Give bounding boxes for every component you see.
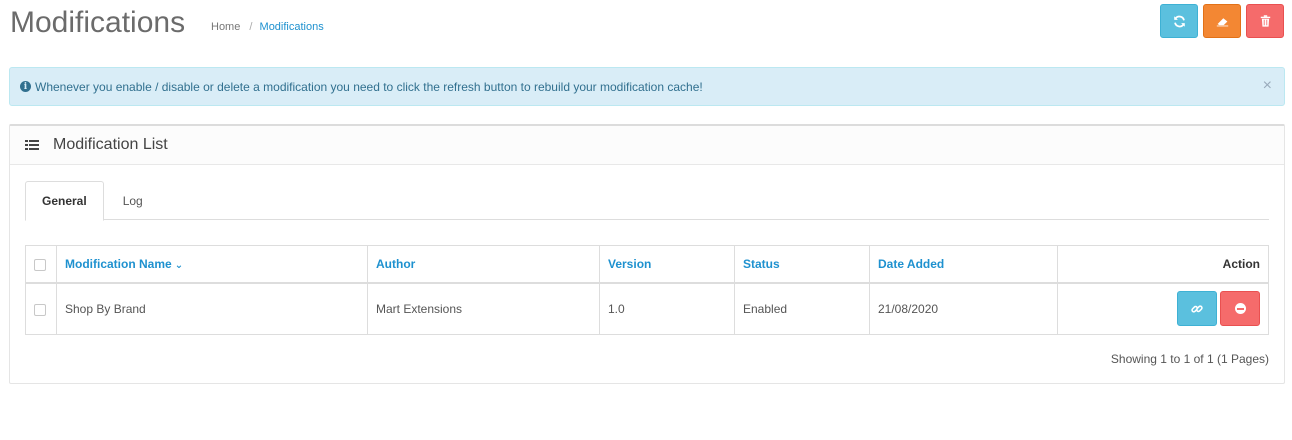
tabs: General Log [25,181,1269,221]
minus-circle-icon [1234,303,1246,315]
tab-general[interactable]: General [25,181,104,221]
eraser-icon [1216,17,1228,26]
column-header-modification-name[interactable]: Modification Name ⌄ [56,245,368,284]
column-header-author[interactable]: Author [367,245,600,284]
column-header-modification-name-label: Modification Name [65,256,172,271]
panel-heading: Modification List [10,126,1284,165]
info-circle-icon: i [20,81,31,92]
cell-version: 1.0 [599,282,735,335]
row-select-cell [25,282,57,335]
column-header-status[interactable]: Status [734,245,870,284]
modification-table: Modification Name ⌄ Author Version Status… [25,245,1269,335]
table-header-row: Modification Name ⌄ Author Version Status… [25,245,1269,284]
breadcrumb-home[interactable]: Home [211,21,240,33]
pagination-text: Showing 1 to 1 of 1 (1 Pages) [1110,352,1269,366]
info-alert: i Whenever you enable / disable or delet… [9,67,1285,106]
column-header-date-added[interactable]: Date Added [869,245,1058,284]
table-row: Shop By Brand Mart Extensions 1.0 Enable… [25,282,1269,335]
breadcrumb-separator: / [249,21,253,33]
header-buttons [1160,4,1284,38]
cell-status: Enabled [734,282,870,335]
page-header: Modifications Home / Modifications [10,2,1284,48]
clear-button[interactable] [1203,4,1241,38]
cell-date-added: 21/08/2020 [869,282,1058,335]
delete-button[interactable] [1246,4,1284,38]
select-all-cell [25,245,57,284]
disable-button[interactable] [1220,291,1260,327]
breadcrumb: Home / Modifications [211,21,324,33]
cell-modification-name: Shop By Brand [56,282,368,335]
column-header-action: Action [1057,245,1269,284]
link-button[interactable] [1177,291,1217,327]
link-icon [1191,305,1203,313]
list-icon [25,139,39,151]
alert-text: Whenever you enable / disable or delete … [35,79,703,94]
row-checkbox[interactable] [34,303,46,316]
cell-action [1057,282,1269,335]
panel-title: Modification List [53,136,168,153]
tab-log[interactable]: Log [104,181,162,220]
cell-author: Mart Extensions [367,282,600,335]
page-title: Modifications [10,6,186,39]
breadcrumb-modifications[interactable]: Modifications [260,21,324,33]
chevron-down-icon: ⌄ [174,259,184,271]
refresh-icon [1173,15,1185,27]
modification-list-panel: Modification List General Log Modificati… [9,124,1285,384]
select-all-checkbox[interactable] [34,258,46,271]
trash-icon [1260,15,1270,27]
column-header-version[interactable]: Version [599,245,735,284]
close-icon[interactable]: × [1263,78,1272,94]
refresh-button[interactable] [1160,4,1198,38]
